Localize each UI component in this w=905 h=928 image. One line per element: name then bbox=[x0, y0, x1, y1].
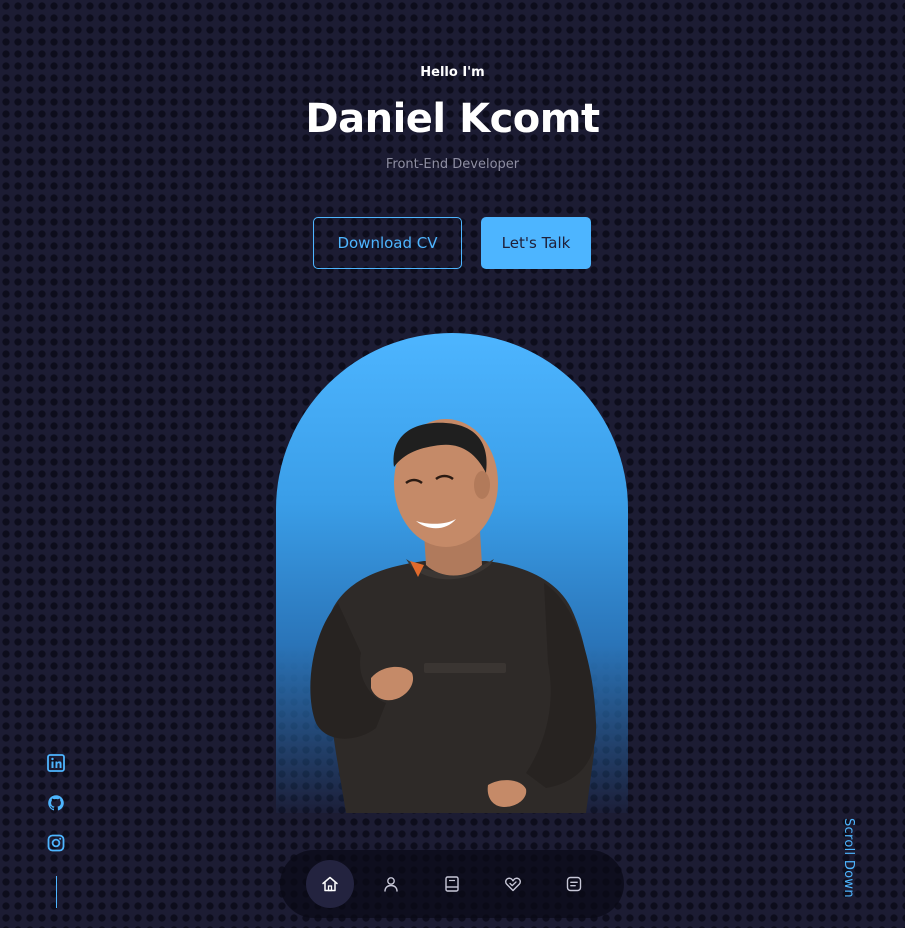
nav-item-services[interactable] bbox=[489, 860, 537, 908]
book-icon bbox=[445, 876, 459, 892]
download-cv-button[interactable]: Download CV bbox=[313, 217, 462, 269]
instagram-icon bbox=[47, 834, 65, 852]
developer-role: Front-End Developer bbox=[385, 157, 520, 172]
nav-item-contact[interactable] bbox=[550, 860, 598, 908]
home-icon bbox=[322, 876, 338, 892]
linkedin-icon bbox=[47, 754, 65, 772]
github-link[interactable] bbox=[46, 792, 66, 814]
lets-talk-button[interactable]: Let's Talk bbox=[481, 217, 591, 269]
user-icon bbox=[384, 877, 398, 892]
social-links bbox=[46, 752, 66, 908]
social-divider-line bbox=[55, 876, 57, 908]
nav-item-experience[interactable] bbox=[428, 860, 476, 908]
github-icon bbox=[48, 795, 64, 811]
portrait-arch bbox=[276, 333, 628, 813]
portrait-photo bbox=[310, 419, 597, 813]
greeting-text: Hello I'm bbox=[420, 65, 485, 80]
instagram-link[interactable] bbox=[46, 832, 66, 854]
developer-name: Daniel Kcomt bbox=[305, 96, 600, 142]
message-icon bbox=[566, 876, 582, 892]
services-icon bbox=[505, 877, 521, 892]
nav-item-home[interactable] bbox=[306, 860, 354, 908]
bottom-nav bbox=[280, 850, 624, 918]
nav-item-about[interactable] bbox=[367, 860, 415, 908]
linkedin-link[interactable] bbox=[46, 752, 66, 774]
scroll-down-link[interactable]: Scroll Down bbox=[836, 818, 856, 900]
